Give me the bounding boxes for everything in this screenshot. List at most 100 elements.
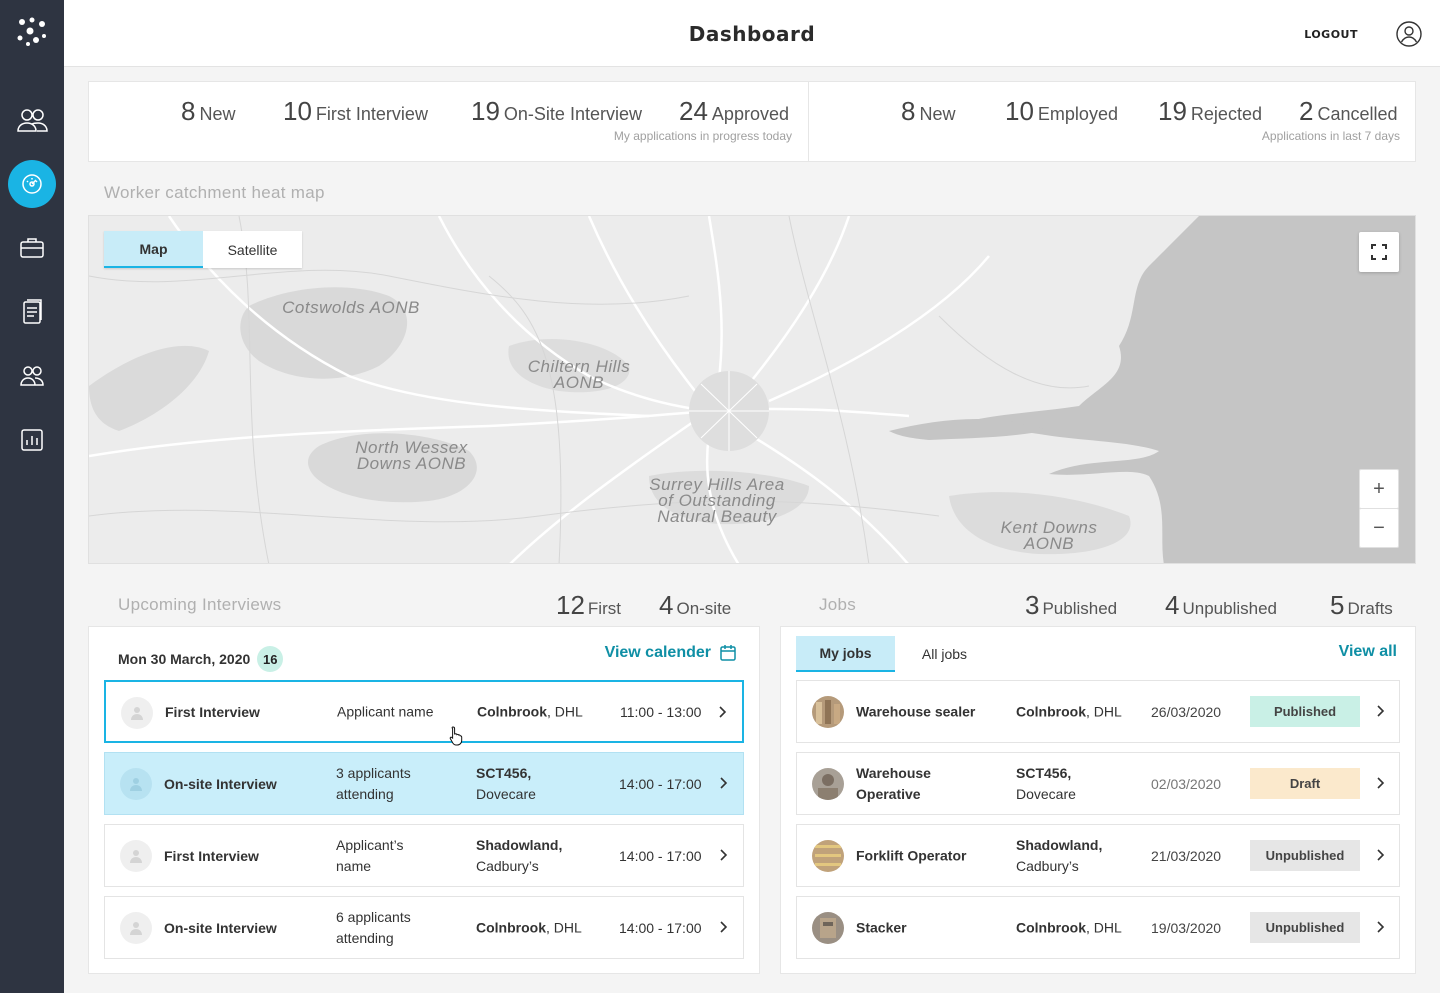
- interview-applicant: 3 applicants attending: [336, 764, 411, 802]
- chevron-right-icon: [720, 921, 728, 933]
- interview-type: On-site Interview: [164, 919, 277, 936]
- map-label-wessex: North Wessex Downs AONB: [355, 438, 468, 473]
- interview-location: Shadowland, Cadbury’s: [476, 836, 563, 874]
- stat-new-7d: 8 New: [901, 96, 956, 126]
- status-badge: Unpublished: [1250, 840, 1360, 871]
- interview-type: First Interview: [164, 847, 259, 864]
- logout-button[interactable]: LOGOUT: [1304, 28, 1358, 41]
- view-calendar-label: View calender: [604, 644, 711, 661]
- job-title: Forklift Operator: [856, 847, 967, 863]
- chevron-right-icon: [719, 706, 727, 718]
- map-label-cotswolds: Cotswolds AONB: [282, 298, 420, 317]
- job-date: 19/03/2020: [1151, 919, 1222, 936]
- map-section-title: Worker catchment heat map: [104, 183, 325, 202]
- job-title: Warehouse sealer: [856, 703, 976, 719]
- pointer-cursor-icon: [449, 726, 463, 746]
- zoom-out-button[interactable]: −: [1359, 508, 1399, 548]
- chevron-right-icon: [1377, 705, 1385, 717]
- stat-onsite-interview: 19 On-Site Interview: [471, 96, 642, 126]
- nav-team[interactable]: [8, 352, 56, 400]
- jobs-count-unpublished: 4 Unpublished: [1165, 590, 1277, 620]
- interview-applicant: 6 applicants attending: [336, 908, 411, 946]
- job-thumbnail-icon: [812, 696, 844, 728]
- job-thumbnail-icon: [812, 912, 844, 944]
- job-title: Warehouse Operative: [856, 764, 931, 802]
- interview-row[interactable]: On-site Interview 6 applicants attending…: [104, 896, 744, 959]
- nav-candidates[interactable]: [8, 96, 56, 144]
- page-title: Dashboard: [688, 22, 816, 46]
- jobs-title: Jobs: [819, 595, 857, 614]
- fullscreen-icon: [1371, 244, 1387, 260]
- top-header: Dashboard LOGOUT: [64, 0, 1440, 67]
- chevron-right-icon: [1377, 777, 1385, 789]
- interview-time: 11:00 - 13:00: [620, 703, 702, 720]
- interview-applicant: Applicant name: [337, 703, 434, 719]
- map-tab-satellite[interactable]: Satellite: [203, 231, 302, 268]
- dashboard-icon: [22, 174, 42, 194]
- person-avatar-icon: [120, 840, 152, 872]
- interview-type: On-site Interview: [164, 775, 277, 792]
- interview-time: 14:00 - 17:00: [619, 919, 702, 936]
- chevron-right-icon: [1377, 921, 1385, 933]
- person-avatar-icon: [120, 768, 152, 800]
- job-row[interactable]: Forklift Operator Shadowland, Cadbury’s 2…: [796, 824, 1400, 887]
- stats-left-caption: My applications in progress today: [613, 129, 792, 143]
- job-title: Stacker: [856, 919, 907, 935]
- job-row[interactable]: Warehouse Operative SCT456, Dovecare 02/0…: [796, 752, 1400, 815]
- heat-map[interactable]: Map Satellite + − Cotswolds AONB Chilter…: [88, 215, 1416, 564]
- interview-row[interactable]: First Interview Applicant’s name Shadowl…: [104, 824, 744, 887]
- interview-location: SCT456, Dovecare: [476, 764, 536, 802]
- nav-applications[interactable]: [8, 288, 56, 336]
- interviews-title: Upcoming Interviews: [118, 595, 282, 614]
- view-all-link[interactable]: View all: [1339, 643, 1397, 661]
- nav-reports[interactable]: [8, 416, 56, 464]
- tab-all-jobs[interactable]: All jobs: [895, 636, 994, 672]
- job-date: 21/03/2020: [1151, 847, 1222, 864]
- jobs-tabs: My jobs All jobs: [796, 636, 994, 672]
- person-avatar-icon: [121, 697, 153, 729]
- interview-row[interactable]: On-site Interview 3 applicants attending…: [104, 752, 744, 815]
- stat-cancelled: 2 Cancelled: [1299, 96, 1398, 126]
- map-type-toggle: Map Satellite: [104, 231, 302, 268]
- interview-row[interactable]: First Interview Applicant name Colnbrook…: [104, 680, 744, 743]
- stats-divider: [808, 82, 809, 161]
- interview-applicant: Applicant’s name: [336, 836, 404, 874]
- interview-type: First Interview: [165, 703, 260, 720]
- interview-date-count: 16: [257, 646, 284, 672]
- stat-rejected: 19 Rejected: [1158, 96, 1262, 126]
- stat-employed: 10 Employed: [1005, 96, 1118, 126]
- people-icon: [17, 109, 48, 132]
- zoom-in-button[interactable]: +: [1359, 469, 1399, 509]
- nav-dashboard[interactable]: [8, 160, 56, 208]
- job-row[interactable]: Warehouse sealer Colnbrook, DHL 26/03/20…: [796, 680, 1400, 743]
- sidebar: [0, 0, 64, 993]
- fullscreen-button[interactable]: [1359, 232, 1399, 272]
- job-thumbnail-icon: [812, 840, 844, 872]
- user-account-icon[interactable]: [1396, 21, 1422, 47]
- tab-my-jobs[interactable]: My jobs: [796, 636, 895, 672]
- interview-time: 14:00 - 17:00: [619, 847, 702, 864]
- stat-new: 8 New: [181, 96, 236, 126]
- calendar-icon: [720, 645, 736, 661]
- map-tab-map[interactable]: Map: [104, 231, 203, 268]
- stat-first-interview: 10 First Interview: [283, 96, 428, 126]
- map-label-chiltern: Chiltern Hills AONB: [527, 357, 631, 392]
- person-avatar-icon: [120, 912, 152, 944]
- interview-date-label: Mon 30 March, 2020: [118, 651, 251, 667]
- interviews-panel: Mon 30 March, 2020 16 View calender Firs…: [88, 626, 760, 974]
- job-location: Colnbrook, DHL: [1016, 703, 1122, 719]
- nav-jobs[interactable]: [8, 224, 56, 272]
- map-label-surrey: Surrey Hills Area of Outstanding Natural…: [649, 475, 785, 526]
- interviews-count-onsite: 4 On-site: [659, 590, 732, 620]
- logo-icon[interactable]: [16, 16, 48, 48]
- chevron-right-icon: [720, 777, 728, 789]
- status-badge: Unpublished: [1250, 912, 1360, 943]
- jobs-count-published: 3 Published: [1025, 590, 1118, 620]
- job-thumbnail-icon: [812, 768, 844, 800]
- view-calendar-link[interactable]: View calender: [605, 644, 737, 662]
- interview-date: Mon 30 March, 2020 16: [118, 646, 284, 672]
- team-icon: [20, 366, 44, 386]
- job-row[interactable]: Stacker Colnbrook, DHL 19/03/2020 Unpubl…: [796, 896, 1400, 959]
- interview-location: Colnbrook, DHL: [477, 703, 583, 719]
- reports-icon: [21, 429, 43, 451]
